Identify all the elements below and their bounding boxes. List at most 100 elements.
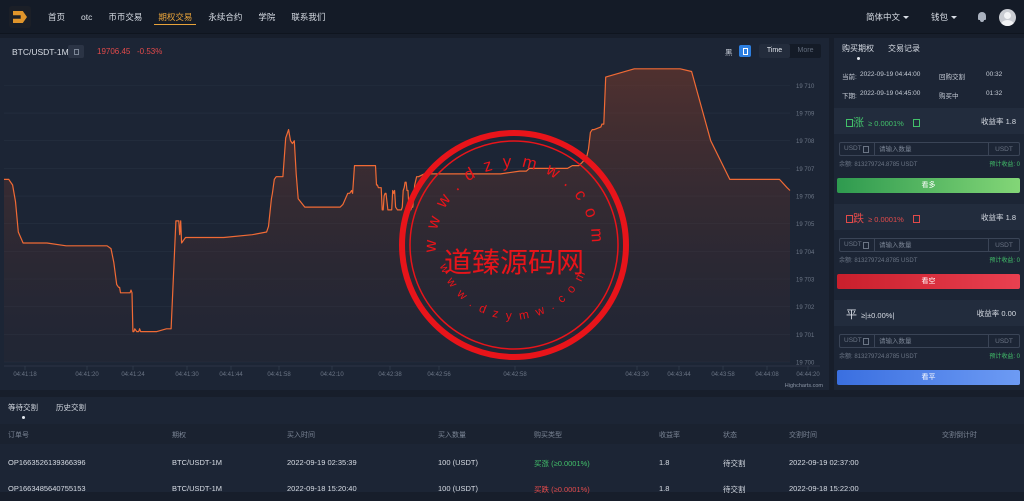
chart-header: BTC/USDT-1M 19706.45 -0.53% 黑 Time More <box>0 38 829 66</box>
rate-value: 0.00 <box>1001 309 1016 318</box>
nav-item-perpetual[interactable]: 永续合约 <box>200 0 250 34</box>
y-tick-label: 19 701 <box>796 333 815 339</box>
nav-item-otc[interactable]: otc <box>73 0 100 34</box>
unit-selector[interactable]: USDT <box>840 335 874 347</box>
unit-label: USDT <box>995 337 1013 345</box>
logo-icon[interactable] <box>9 6 31 28</box>
next-period-countdown: 01:32 <box>986 90 1003 97</box>
pair-label: BTC/USDT-1M <box>12 47 69 57</box>
amount-field: USDT USDT <box>839 142 1020 156</box>
x-tick-label: 04:44:20 <box>796 372 820 378</box>
current-price: 19706.45 <box>97 47 131 56</box>
amount-field: USDT USDT <box>839 334 1020 348</box>
cell-type: 买跌 (≥0.0001%) <box>534 485 590 494</box>
x-tick-label: 04:41:18 <box>13 372 37 378</box>
side-card: 平 ≥|±0.00%| 收益率 0.00 <box>834 300 1024 326</box>
y-tick-label: 19 708 <box>796 139 815 145</box>
column-header: 交割时间 <box>789 432 817 439</box>
avatar[interactable] <box>999 8 1016 26</box>
unit-label: USDT <box>995 145 1013 153</box>
side-title: 跌 ≥ 0.0001% <box>846 210 920 226</box>
tab-pending-settlement[interactable]: 等待交割 <box>8 397 38 419</box>
cell-id: OP1663526139366396 <box>8 458 86 467</box>
x-tick-label: 04:43:30 <box>625 372 649 378</box>
place-order-button[interactable]: 看空 <box>837 274 1020 289</box>
square-icon <box>912 215 920 223</box>
estimate-value: 0 <box>1016 162 1020 168</box>
cell-settle-time: 2022-09-19 02:37:00 <box>789 458 859 467</box>
x-tick-label: 04:43:58 <box>711 372 735 378</box>
amount-input[interactable] <box>874 143 989 155</box>
x-tick-label: 04:42:58 <box>503 372 527 378</box>
language-selector[interactable]: 简体中文 <box>866 11 909 23</box>
chart-mode-switch: Time More <box>759 44 821 58</box>
top-nav: 首页 otc 币币交易 期权交易 永续合约 学院 联系我们 简体中文 钱包 <box>0 0 1024 34</box>
x-tick-label: 04:42:38 <box>378 372 402 378</box>
estimate-value: 0 <box>1016 354 1020 360</box>
column-header: 订单号 <box>8 432 29 439</box>
estimated-profit: 预计收益: 0 <box>989 159 1020 168</box>
language-label: 简体中文 <box>865 12 900 22</box>
side-title: 平 ≥|±0.00%| <box>846 306 894 322</box>
unit-selector[interactable]: USDT <box>840 143 874 155</box>
cell-amount: 100 (USDT) <box>438 458 479 467</box>
tab-history-settlement[interactable]: 历史交割 <box>56 397 86 419</box>
table-row[interactable]: OP1663485640755153 BTC/USDT-1M 2022-09-18 … <box>0 475 1024 501</box>
estimate-label: 预计收益: <box>989 258 1015 264</box>
mode-more-button[interactable]: More <box>790 44 821 58</box>
price-chart[interactable]: 19 700 19 701 19 702 19 703 19 704 19 705 19 7… <box>0 66 829 390</box>
orders-table-header: 订单号 期权 买入时间 买入数量 购买类型 收益率 状态 交割时间 交割倒计时 <box>0 424 1024 444</box>
balance-row: 余额: 813279724.8785 USDT 预计收益: 0 <box>839 255 1020 264</box>
chevron-down-icon <box>951 16 957 20</box>
rate-value: 1.8 <box>1005 117 1016 126</box>
balance-value: 813279724.8785 USDT <box>854 258 918 264</box>
order-panel: 购买期权 交易记录 当前: 2022-09-19 04:44:00 回购交割 0… <box>834 38 1024 390</box>
side-card: 跌 ≥ 0.0001% 收益率 1.8 <box>834 204 1024 230</box>
wallet-menu[interactable]: 钱包 <box>931 11 957 23</box>
x-tick-label: 04:42:10 <box>320 372 344 378</box>
estimate-label: 预计收益: <box>989 354 1015 360</box>
square-icon <box>912 119 920 127</box>
x-tick-label: 04:42:56 <box>427 372 451 378</box>
theme-label: 黑 <box>725 48 733 57</box>
tab-buy-option[interactable]: 购买期权 <box>842 38 874 60</box>
chevron-down-icon <box>902 16 909 20</box>
theme-toggle[interactable] <box>739 45 751 57</box>
table-row[interactable]: OP1663526139366396 BTC/USDT-1M 2022-09-19 … <box>0 449 1024 475</box>
balance-label: 余额: <box>839 354 853 360</box>
cell-buy-time: 2022-09-19 02:35:39 <box>287 458 357 467</box>
mode-time-button[interactable]: Time <box>759 44 790 58</box>
place-order-button[interactable]: 看多 <box>837 178 1020 193</box>
side-sign: 跌 <box>853 213 864 225</box>
nav-item-contact[interactable]: 联系我们 <box>283 0 333 34</box>
tab-trade-records[interactable]: 交易记录 <box>888 38 920 60</box>
amount-input[interactable] <box>874 239 989 251</box>
rate-value: 1.8 <box>1005 213 1016 222</box>
rate-display: 收益率 1.8 <box>981 116 1016 127</box>
nav-item-spot[interactable]: 币币交易 <box>100 0 150 34</box>
balance-value: 813279724.8785 USDT <box>854 354 918 360</box>
nav-menu: 首页 otc 币币交易 期权交易 永续合约 学院 联系我们 <box>40 0 333 34</box>
estimated-profit: 预计收益: 0 <box>989 351 1020 360</box>
rate-label: 收益率 <box>976 309 1000 318</box>
nav-item-options[interactable]: 期权交易 <box>150 0 200 34</box>
y-tick-label: 19 700 <box>796 361 815 367</box>
side-threshold: ≥ 0.0001% <box>868 215 904 224</box>
column-header: 交割倒计时 <box>942 432 977 439</box>
nav-item-academy[interactable]: 学院 <box>250 0 283 34</box>
place-order-button[interactable]: 看平 <box>837 370 1020 385</box>
square-icon <box>846 119 853 127</box>
orders-panel: 等待交割 历史交割 订单号 期权 买入时间 买入数量 购买类型 收益率 状态 交割时间 交割倒计… <box>0 397 1024 494</box>
unit-selector[interactable]: USDT <box>840 239 874 251</box>
cell-status: 待交割 <box>723 459 746 468</box>
unit-label: USDT <box>995 241 1013 249</box>
pair-selector-button[interactable] <box>68 45 84 58</box>
wallet-label: 钱包 <box>930 12 948 22</box>
side-sign: 平 <box>846 309 857 321</box>
rate-display: 收益率 0.00 <box>977 308 1016 319</box>
x-tick-label: 04:41:58 <box>267 372 291 378</box>
rate-label: 收益率 <box>980 213 1004 222</box>
bell-icon[interactable] <box>977 12 987 22</box>
nav-item-home[interactable]: 首页 <box>40 0 73 34</box>
amount-input[interactable] <box>874 335 989 347</box>
